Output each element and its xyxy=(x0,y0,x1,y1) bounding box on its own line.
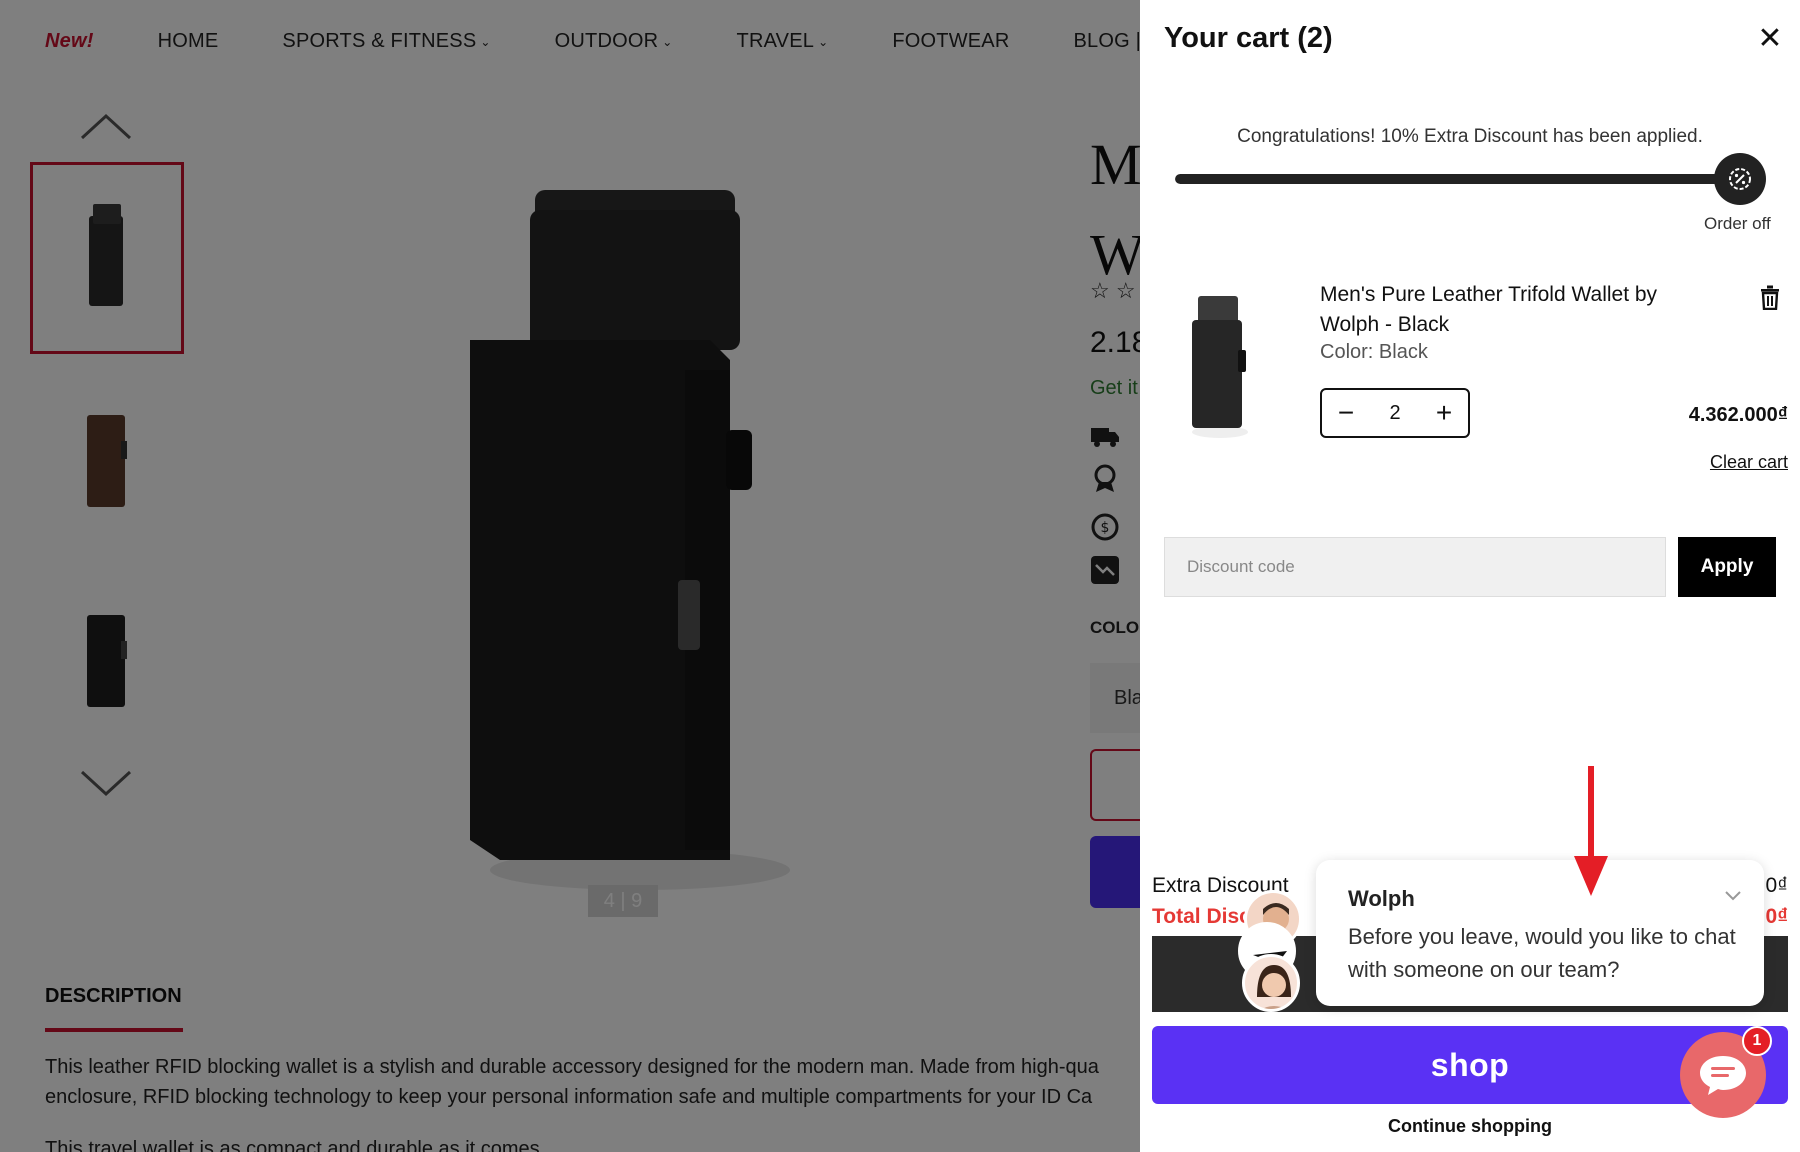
arrow-down-icon xyxy=(1574,766,1608,896)
shop-pay-label: shop xyxy=(1430,1046,1510,1083)
apply-discount-button[interactable]: Apply xyxy=(1678,537,1776,597)
increase-quantity-button[interactable]: + xyxy=(1432,399,1456,427)
decrease-quantity-button[interactable]: − xyxy=(1334,399,1358,427)
chat-popup[interactable]: Wolph Before you leave, would you like t… xyxy=(1316,860,1764,1006)
close-icon[interactable]: ✕ xyxy=(1755,24,1785,54)
cart-title: Your cart (2) xyxy=(1164,22,1333,54)
discount-progress-fill xyxy=(1175,174,1740,184)
cart-item-color: Color: Black xyxy=(1320,341,1428,363)
cart-item-price: 4.362.000₫ xyxy=(1688,404,1788,426)
chat-agent-avatars xyxy=(1238,890,1304,1012)
unread-badge: 1 xyxy=(1742,1026,1772,1056)
clear-cart-link[interactable]: Clear cart xyxy=(1710,452,1788,473)
total-discount-value: 0₫ xyxy=(1765,905,1788,928)
discount-code-input[interactable] xyxy=(1164,537,1666,597)
extra-discount-value: 0₫ xyxy=(1765,874,1788,897)
cart-item-name[interactable]: Men's Pure Leather Trifold Wallet by Wol… xyxy=(1320,280,1690,340)
discount-badge-icon xyxy=(1714,153,1766,205)
continue-shopping-link[interactable]: Continue shopping xyxy=(1140,1116,1800,1137)
chat-bubble-icon xyxy=(1700,1056,1746,1095)
chat-message: Before you leave, would you like to chat… xyxy=(1348,924,1736,982)
discount-progress-message: Congratulations! 10% Extra Discount has … xyxy=(1237,126,1703,147)
order-off-label: Order off xyxy=(1704,214,1771,233)
quantity-value[interactable]: 2 xyxy=(1389,402,1400,425)
cart-item-image[interactable] xyxy=(1180,290,1260,440)
total-discount-label: Total Disc xyxy=(1152,905,1251,928)
discount-progress-bar xyxy=(1175,174,1740,184)
chevron-down-icon[interactable] xyxy=(1720,882,1746,908)
avatar xyxy=(1242,954,1300,1012)
trash-icon[interactable] xyxy=(1758,284,1782,310)
chat-agent-name: Wolph xyxy=(1348,886,1415,911)
quantity-stepper: − 2 + xyxy=(1320,388,1470,438)
